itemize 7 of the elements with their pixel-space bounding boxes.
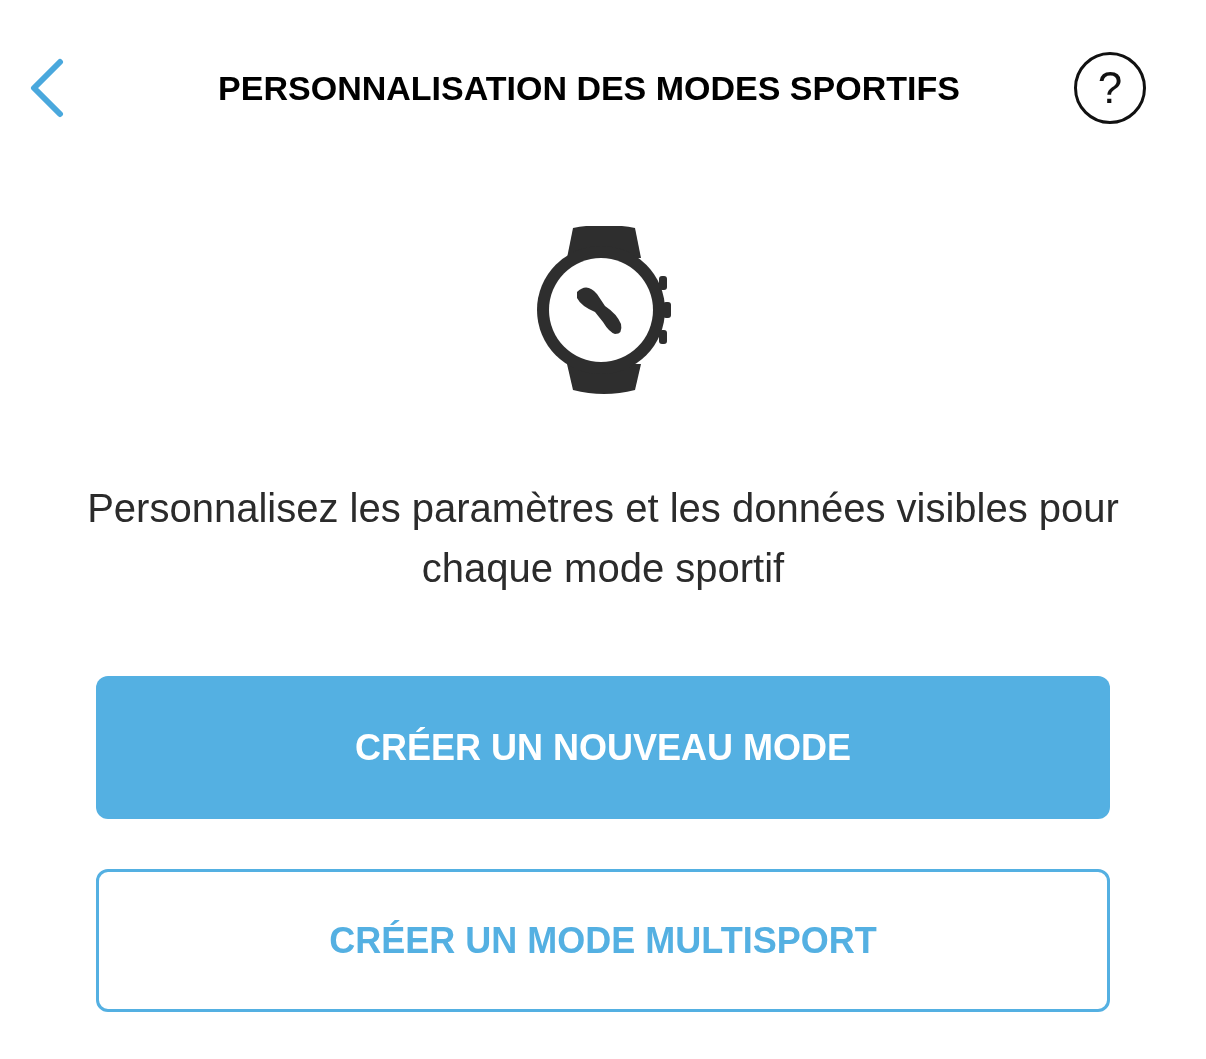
help-button[interactable]: ?	[1074, 52, 1146, 124]
description: Personnalisez les paramètres et les données visibles pour chaque mode sportif	[86, 485, 1120, 592]
watch-icon	[537, 226, 671, 396]
create-multisport-button[interactable]: CRÉER UN MODE MULTISPORT	[96, 869, 1110, 1012]
page-title: PERSONNALISATION DES MODES SPORTIFS	[217, 68, 961, 108]
create-mode-button[interactable]: CRÉER UN NOUVEAU MODE	[96, 676, 1110, 819]
back-icon[interactable]	[28, 58, 64, 118]
